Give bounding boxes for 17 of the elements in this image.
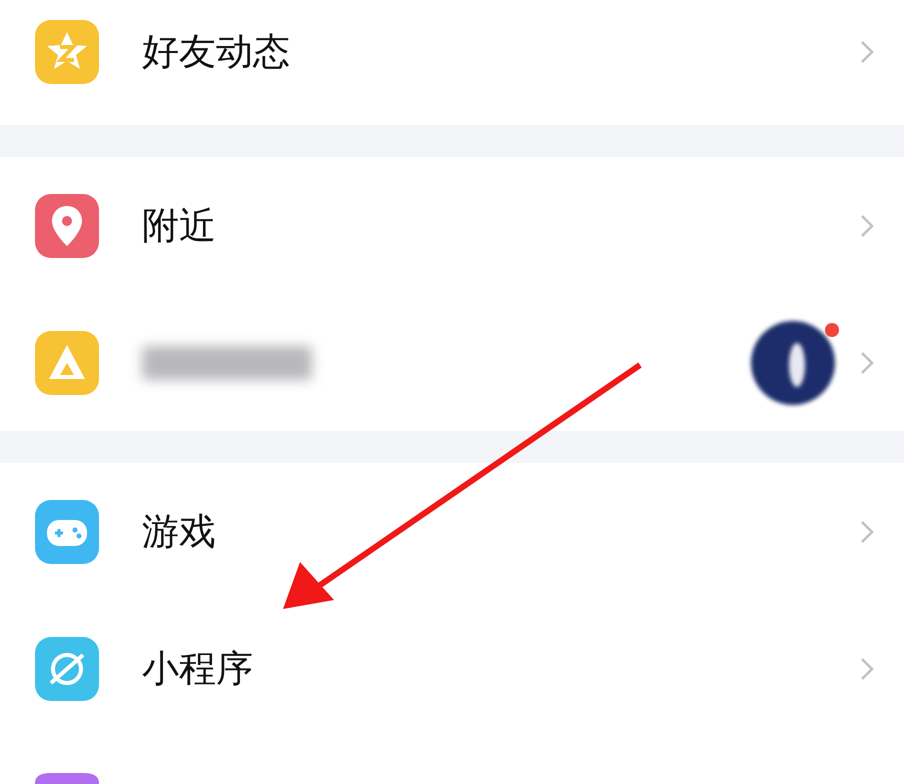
chevron-right-icon <box>860 40 874 64</box>
menu-item-label: 游戏 <box>142 508 217 555</box>
chevron-right-icon <box>860 350 874 374</box>
chevron-right-icon <box>860 656 874 680</box>
gamepad-icon <box>35 500 99 564</box>
menu-item-label: 好友动态 <box>142 28 291 75</box>
menu-item[interactable]: 小程序 <box>0 600 904 737</box>
chevron-right-icon <box>860 520 874 544</box>
location-pin-icon <box>35 194 99 258</box>
tent-icon <box>35 330 99 394</box>
menu-item-label: 小程序 <box>142 646 254 692</box>
orbit-icon <box>35 636 99 700</box>
menu-item-label: 附近 <box>142 202 217 249</box>
app-icon <box>35 773 99 784</box>
chevron-right-icon <box>860 214 874 238</box>
menu-item[interactable]: 好友动态 <box>0 0 904 125</box>
menu-item[interactable]: 游戏 <box>0 463 904 600</box>
